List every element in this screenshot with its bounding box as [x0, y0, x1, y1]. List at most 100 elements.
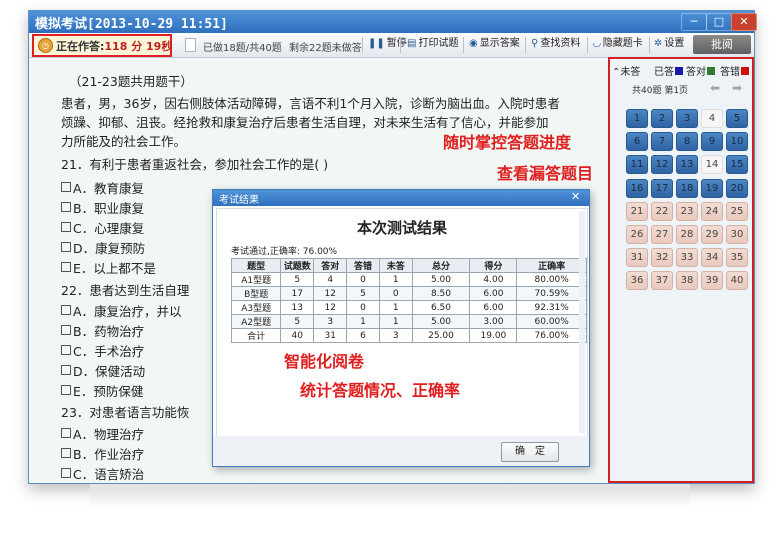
maximize-icon[interactable]: □ [706, 13, 732, 31]
question-number-33[interactable]: 33 [676, 248, 698, 268]
table-cell: 1 [378, 272, 413, 287]
question-number-23[interactable]: 23 [676, 201, 698, 221]
checkbox[interactable] [61, 222, 71, 232]
question-number-37[interactable]: 37 [651, 271, 673, 291]
table-cell: 76.00% [516, 328, 587, 343]
divider [362, 37, 363, 53]
print-button[interactable]: ▤ 打印试题 [404, 36, 461, 52]
table-cell: 1 [378, 300, 413, 315]
table-cell: 5 [280, 314, 315, 329]
question-number-30[interactable]: 30 [726, 225, 748, 244]
question-number-1[interactable]: 1 [626, 109, 648, 128]
option-21e[interactable]: E．以上都不是 [61, 258, 156, 277]
lookup-button[interactable]: ⚲ 查找资料 [528, 36, 583, 52]
question-number-20[interactable]: 20 [726, 178, 748, 198]
option-22e[interactable]: E．预防保健 [61, 381, 143, 400]
table-cell: 70.59% [516, 286, 587, 301]
question-number-34[interactable]: 34 [701, 248, 723, 268]
question-number-19[interactable]: 19 [701, 178, 723, 198]
checkbox[interactable] [61, 305, 71, 315]
checkbox[interactable] [61, 325, 71, 335]
question-number-24[interactable]: 24 [701, 201, 723, 221]
question-number-3[interactable]: 3 [676, 109, 698, 128]
question-number-25[interactable]: 25 [726, 201, 748, 221]
title-bar: 模拟考试[2013-10-29 11:51] ─ □ ✕ [29, 11, 757, 33]
option-21d[interactable]: D．康复预防 [61, 238, 145, 257]
option-23a[interactable]: A．物理治疗 [61, 424, 144, 443]
question-number-26[interactable]: 26 [626, 225, 648, 244]
grade-button[interactable]: 批阅 [693, 35, 751, 54]
show-answer-button[interactable]: ◉ 显示答案 [466, 36, 523, 52]
question-number-27[interactable]: 27 [651, 225, 673, 244]
question-number-21[interactable]: 21 [626, 201, 648, 221]
question-number-5[interactable]: 5 [726, 109, 748, 128]
minimize-icon[interactable]: ─ [681, 13, 707, 31]
question-number-18[interactable]: 18 [676, 178, 698, 198]
question-number-17[interactable]: 17 [651, 178, 673, 198]
table-cell: 4 [313, 272, 348, 287]
close-icon[interactable]: ✕ [571, 190, 580, 203]
checkbox[interactable] [61, 182, 71, 192]
divider [587, 37, 588, 53]
table-cell: 6 [346, 328, 380, 343]
checkbox[interactable] [61, 385, 71, 395]
checkbox[interactable] [61, 428, 71, 438]
question-number-29[interactable]: 29 [701, 225, 723, 244]
question-number-22[interactable]: 22 [651, 201, 673, 221]
option-21b[interactable]: B．职业康复 [61, 198, 144, 217]
question-number-11[interactable]: 11 [626, 155, 648, 175]
question-number-31[interactable]: 31 [626, 248, 648, 268]
question-number-35[interactable]: 35 [726, 248, 748, 268]
question-number-16[interactable]: 16 [626, 178, 648, 198]
option-21a[interactable]: A．教育康复 [61, 178, 144, 197]
question-number-40[interactable]: 40 [726, 271, 748, 291]
column-header: 答错 [346, 258, 380, 273]
question-number-39[interactable]: 39 [701, 271, 723, 291]
question-number-15[interactable]: 15 [726, 155, 748, 175]
option-22a[interactable]: A．康复治疗，并以 [61, 301, 182, 320]
column-header: 试题数 [280, 258, 315, 273]
question-number-4[interactable]: 4 [701, 109, 723, 128]
option-22d[interactable]: D．保健活动 [61, 361, 145, 380]
toolbar: ◷ 正在作答:118 分 19秒 已做18题/共40题 剩余22题未做答 ❚❚ 暂… [29, 33, 754, 58]
checkbox[interactable] [61, 202, 71, 212]
divider [400, 37, 401, 53]
question-number-2[interactable]: 2 [651, 109, 673, 128]
question-number-12[interactable]: 12 [651, 155, 673, 175]
option-23c[interactable]: C．语言矫治 [61, 464, 144, 483]
arrow-left-icon[interactable]: ⬅ [710, 81, 720, 95]
checkbox[interactable] [61, 345, 71, 355]
close-icon[interactable]: ✕ [731, 13, 757, 31]
option-22c[interactable]: C．手术治疗 [61, 341, 144, 360]
settings-button[interactable]: ✲ 设置 [651, 36, 687, 52]
arrow-right-icon[interactable]: ➡ [732, 81, 742, 95]
question-22: 22．患者达到生活自理 [61, 283, 190, 298]
question-number-10[interactable]: 10 [726, 132, 748, 152]
table-cell: A2型题 [230, 314, 282, 329]
checkbox[interactable] [61, 365, 71, 375]
option-21c[interactable]: C．心理康复 [61, 218, 144, 237]
checkbox[interactable] [61, 262, 71, 272]
checkbox[interactable] [61, 468, 71, 478]
checkbox[interactable] [61, 242, 71, 252]
question-number-14[interactable]: 14 [701, 155, 723, 175]
option-23b[interactable]: B．作业治疗 [61, 444, 144, 463]
checkbox[interactable] [61, 448, 71, 458]
question-number-7[interactable]: 7 [651, 132, 673, 152]
question-number-6[interactable]: 6 [626, 132, 648, 152]
question-number-9[interactable]: 9 [701, 132, 723, 152]
question-number-8[interactable]: 8 [676, 132, 698, 152]
remain-info: 剩余22题未做答 [289, 43, 362, 54]
ok-button[interactable]: 确 定 [501, 442, 559, 462]
table-cell: 6.00 [469, 300, 518, 315]
timer-value: 118 分 19秒 [104, 40, 173, 53]
divider [463, 37, 464, 53]
question-number-32[interactable]: 32 [651, 248, 673, 268]
option-22b[interactable]: B．药物治疗 [61, 321, 144, 340]
hide-card-button[interactable]: ◡ 隐藏题卡 [590, 36, 646, 52]
question-number-13[interactable]: 13 [676, 155, 698, 175]
question-number-36[interactable]: 36 [626, 271, 648, 291]
dialog-scrollbar[interactable] [579, 211, 585, 433]
question-number-28[interactable]: 28 [676, 225, 698, 244]
question-number-38[interactable]: 38 [676, 271, 698, 291]
